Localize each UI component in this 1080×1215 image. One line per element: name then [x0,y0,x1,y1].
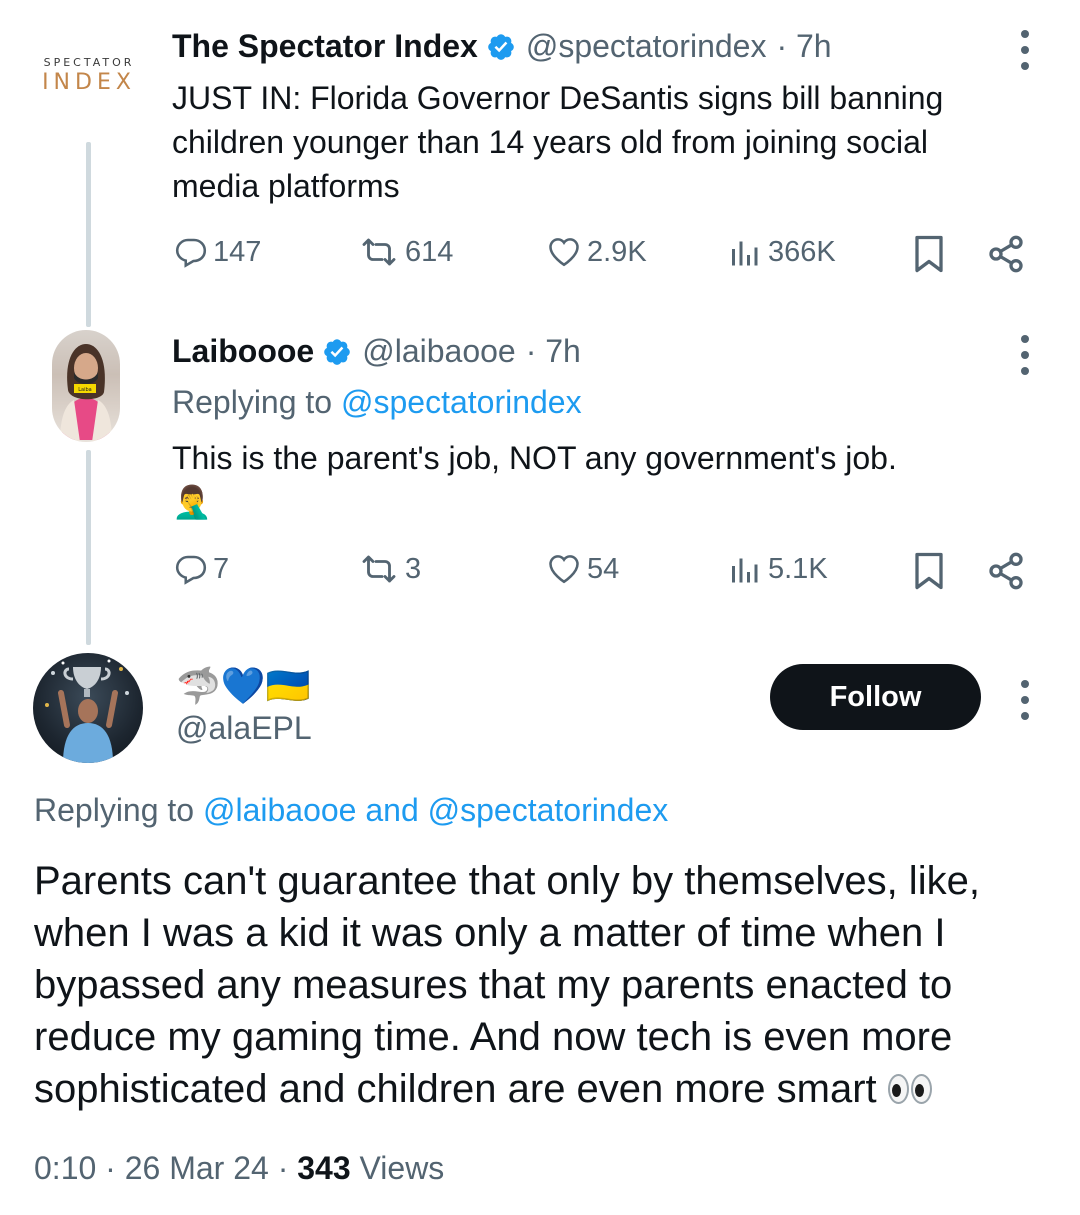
display-name[interactable]: Laiboooe [172,333,314,370]
tweet2-header: Laiboooe @laibaooe · 7h [172,333,581,370]
eyes-emoji-icon [887,1074,934,1104]
like-button[interactable]: 54 [545,551,619,587]
timestamp[interactable]: · 7h [526,333,581,370]
reply-button[interactable]: 147 [173,234,261,270]
views-button[interactable]: 5.1K [724,551,828,587]
tweet-text-body: This is the parent's job, NOT any govern… [172,440,897,476]
main-tweet-text: Parents can't guarantee that only by the… [34,855,1044,1115]
retweet-count: 614 [405,235,454,268]
bookmark-icon [915,552,943,590]
reply-count: 147 [213,235,262,268]
replying-to-link[interactable]: @laibaooe and @spectatorindex [203,792,668,828]
like-count: 2.9K [587,235,647,268]
views-label: Views [350,1150,445,1186]
main-tweet-body: Parents can't guarantee that only by the… [34,859,980,1111]
share-button[interactable] [986,551,1026,591]
follow-button[interactable]: Follow [770,664,981,730]
verified-badge-icon [486,32,516,62]
replying-to: Replying to @laibaooe and @spectatorinde… [34,792,668,829]
like-count: 54 [587,552,620,585]
thread-line [86,450,91,645]
more-options-icon[interactable] [1015,335,1035,375]
views-count: 366K [768,235,836,268]
views-icon [732,558,758,583]
views-button[interactable]: 366K [724,234,836,270]
thread-line [86,142,91,327]
share-button[interactable] [986,234,1026,274]
retweet-button[interactable]: 3 [357,551,421,587]
share-icon [989,552,1023,590]
avatar-logo-text-top: SPECTATOR [43,56,135,69]
tweet-timestamp[interactable]: 0:10 · 26 Mar 24 · [34,1150,297,1186]
reply-icon [175,555,207,585]
tweet3-display-name[interactable]: 🦈💙🇺🇦 [176,665,310,707]
replying-to-link[interactable]: @spectatorindex [341,384,582,420]
avatar-logo-text-bottom: INDEX [42,70,136,95]
tweet-meta: 0:10 · 26 Mar 24 · 343 Views [34,1150,444,1187]
verified-badge-icon [322,337,352,367]
heart-icon [549,555,579,584]
retweet-icon [362,238,396,266]
avatar-laibaooe[interactable]: Laiba [52,330,120,442]
views-count: 343 [297,1150,351,1186]
display-name-emojis: 🦈💙🇺🇦 [176,666,311,707]
tweet1-header: The Spectator Index @spectatorindex · 7h [172,28,832,65]
more-options-icon[interactable] [1015,30,1035,70]
replying-prefix: Replying to [34,792,195,828]
retweet-icon [362,555,396,583]
replying-to: Replying to @spectatorindex [172,384,582,421]
more-options-icon[interactable] [1015,680,1035,720]
timestamp[interactable]: · 7h [776,28,831,65]
facepalm-emoji: 🤦‍♂️ [172,483,212,521]
tweet3-handle-row: @alaEPL [176,710,312,747]
handle[interactable]: @spectatorindex [526,28,767,65]
retweet-button[interactable]: 614 [357,234,453,270]
views-icon [732,241,758,266]
handle[interactable]: @laibaooe [362,333,515,370]
handle[interactable]: @alaEPL [176,710,312,747]
reply-icon [175,238,207,268]
tweet-text: This is the parent's job, NOT any govern… [172,436,992,524]
avatar-spectator-index[interactable]: SPECTATOR INDEX [30,56,148,108]
tweet-text: JUST IN: Florida Governor DeSantis signs… [172,80,944,204]
display-name[interactable]: The Spectator Index [172,28,478,65]
svg-text:Laiba: Laiba [78,387,91,393]
heart-icon [549,238,579,267]
bookmark-button[interactable] [911,234,947,274]
bookmark-icon [915,235,943,273]
replying-prefix: Replying to [172,384,333,420]
like-button[interactable]: 2.9K [545,234,647,270]
retweet-count: 3 [405,552,422,585]
bookmark-button[interactable] [911,551,947,591]
views-count: 5.1K [768,552,828,585]
reply-count: 7 [213,552,230,585]
reply-button[interactable]: 7 [173,551,229,587]
avatar-alaepl[interactable] [33,653,143,763]
share-icon [989,235,1023,273]
